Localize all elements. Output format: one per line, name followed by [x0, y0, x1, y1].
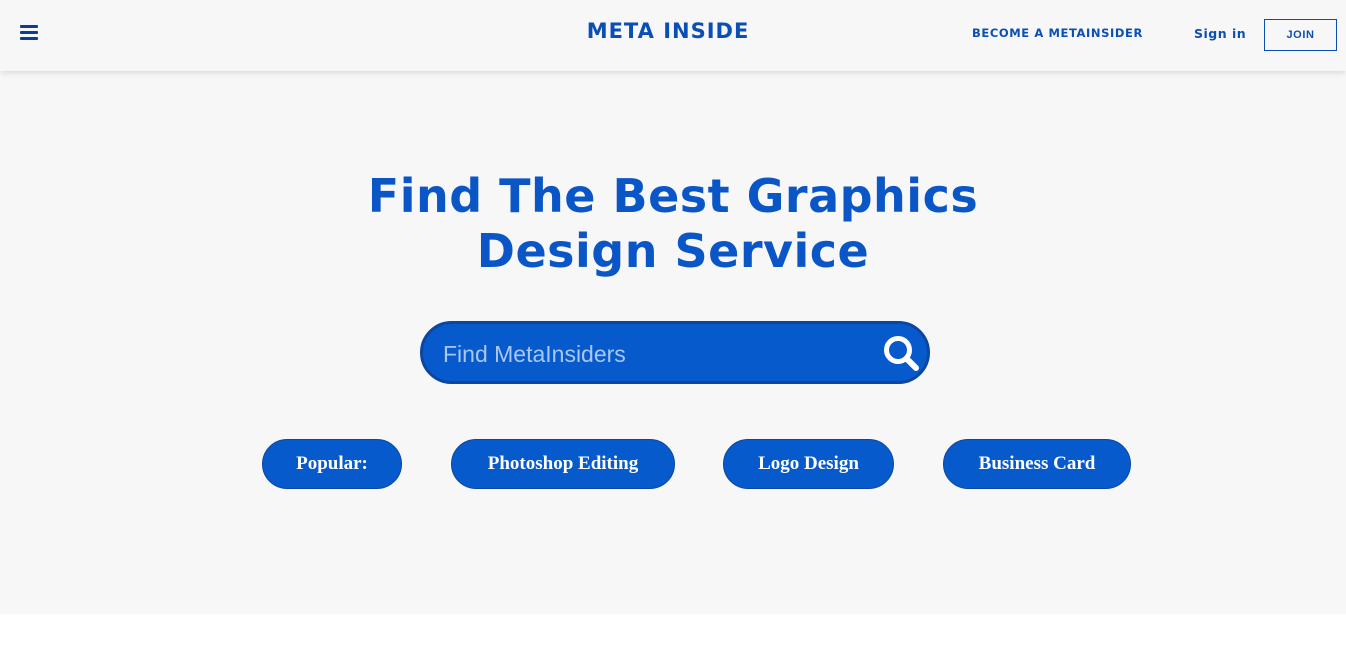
hero-section: Find The Best Graphics Design Service Po… [0, 71, 1346, 614]
hero-title-line-2: Design Service [476, 224, 870, 278]
tag-business-card[interactable]: Business Card [943, 439, 1131, 489]
hero-title-line-1: Find The Best Graphics [367, 169, 979, 223]
tag-photoshop-editing[interactable]: Photoshop Editing [451, 439, 675, 489]
popular-label: Popular: [262, 439, 402, 489]
tag-logo-design[interactable]: Logo Design [723, 439, 894, 489]
become-metainsider-link[interactable]: BECOME A METAINSIDER [972, 26, 1143, 40]
join-button[interactable]: JOIN [1264, 19, 1337, 51]
hero-title: Find The Best Graphics Design Service [0, 169, 1346, 279]
site-header: META INSIDE BECOME A METAINSIDER Sign in… [0, 0, 1346, 71]
search-input[interactable] [443, 334, 863, 374]
search-bar [420, 321, 930, 384]
sign-in-link[interactable]: Sign in [1194, 26, 1246, 41]
search-icon[interactable] [881, 333, 923, 375]
